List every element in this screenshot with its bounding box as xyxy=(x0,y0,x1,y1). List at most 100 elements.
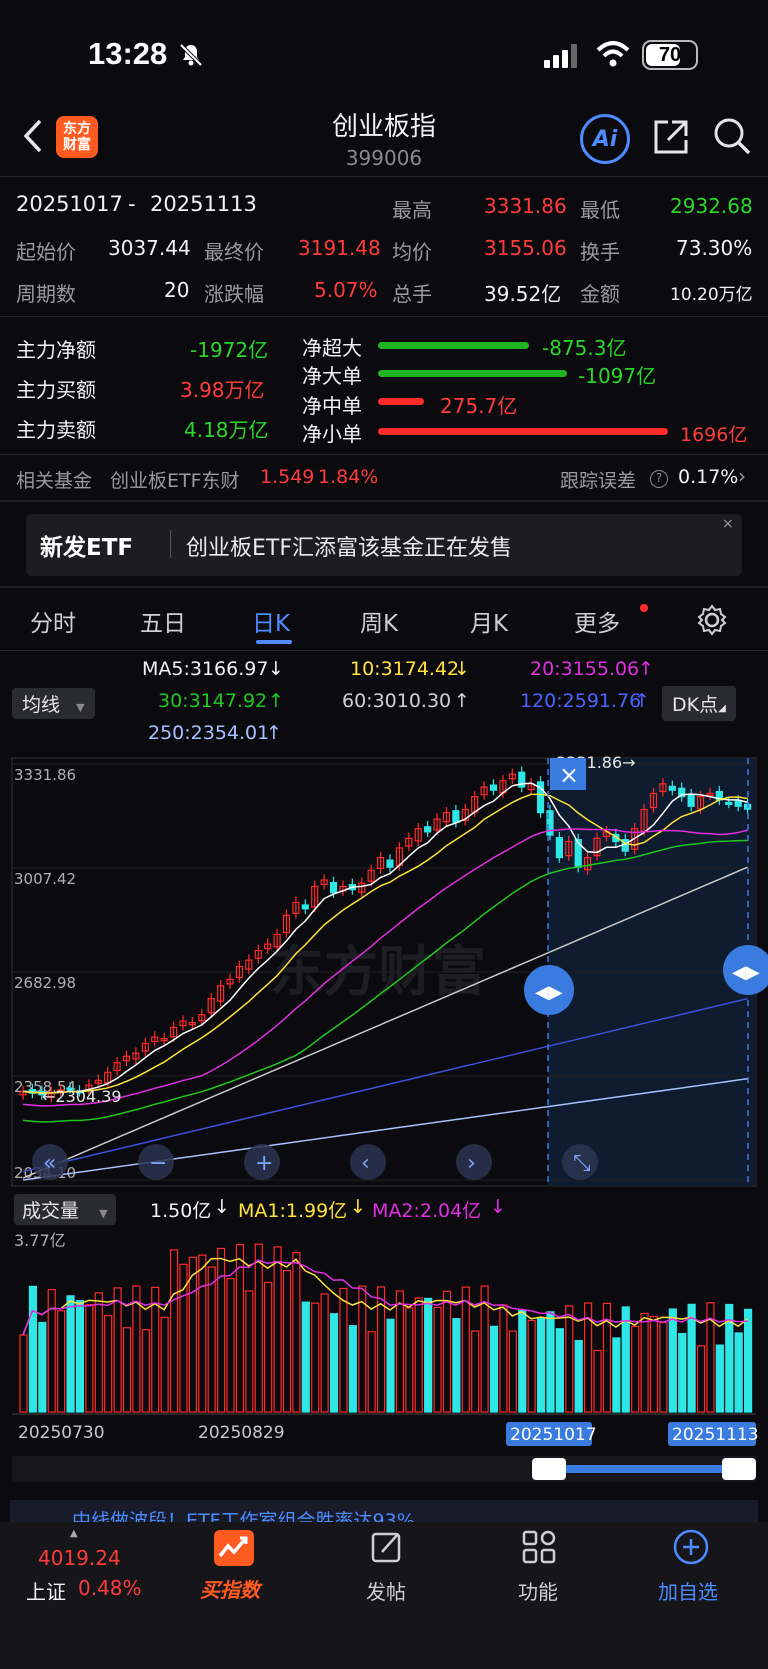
divider xyxy=(0,586,768,588)
divider xyxy=(0,650,768,651)
ma10-legend: 10:3174.42 xyxy=(350,658,460,680)
ai-button[interactable]: Ai xyxy=(580,114,630,164)
battery-icon: 70 xyxy=(642,40,698,70)
divider xyxy=(0,316,768,317)
functions-grid-icon[interactable] xyxy=(522,1530,556,1564)
tab-monthly-k[interactable]: 月K xyxy=(470,604,508,638)
tab-intraday[interactable]: 分时 xyxy=(30,604,76,638)
candle-body xyxy=(386,859,394,868)
post-label[interactable]: 发帖 xyxy=(366,1576,406,1605)
volume-bar xyxy=(518,1309,527,1413)
volume-ma1: MA1:1.99亿 xyxy=(238,1200,348,1222)
volume-label: 总手 xyxy=(392,282,432,306)
ma-selector[interactable]: 均线 ▼ xyxy=(12,688,95,719)
low-label: 最低 xyxy=(580,198,620,222)
edit-post-icon[interactable] xyxy=(370,1530,404,1564)
flow-label-xl: 净超大 xyxy=(302,336,362,360)
index-change[interactable]: 0.48% xyxy=(78,1576,142,1600)
candle-body xyxy=(424,826,432,833)
flow-value-medium: 275.7亿 xyxy=(440,394,518,418)
ma120-arrow: ↑ xyxy=(634,690,650,712)
add-watchlist-label[interactable]: 加自选 xyxy=(658,1576,718,1605)
volume-value: 39.52亿 xyxy=(484,282,562,306)
amount-label: 金额 xyxy=(580,282,620,306)
search-icon[interactable] xyxy=(712,116,752,156)
flow-value-small: 1696亿 xyxy=(680,424,748,446)
high-value: 3331.86 xyxy=(484,194,567,218)
volume-bar xyxy=(678,1333,687,1413)
dk-point-button[interactable]: DK点◢ xyxy=(662,686,736,721)
chart-nav-icon: + xyxy=(255,1151,273,1176)
flow-label-small: 净小单 xyxy=(302,422,362,446)
flow-bar-small xyxy=(378,428,668,435)
open-value: 3037.44 xyxy=(108,236,191,260)
volume-bar xyxy=(536,1317,546,1413)
functions-label[interactable]: 功能 xyxy=(518,1576,558,1605)
volume-bar xyxy=(743,1308,753,1413)
volume-bar xyxy=(28,1285,38,1413)
candle-body xyxy=(489,784,498,791)
main-net-label: 主力净额 xyxy=(16,338,96,362)
candlestick-chart[interactable]: 3331.863007.422682.982358.542034.10东方财富3… xyxy=(0,750,768,1190)
help-icon[interactable]: ? xyxy=(650,470,668,488)
buy-index-label[interactable]: 买指数 xyxy=(200,1574,260,1603)
range-slider-right-handle xyxy=(722,1458,756,1480)
main-buy-value: 3.98万亿 xyxy=(180,378,265,402)
cell-signal-icon xyxy=(544,44,577,68)
ma5-legend: MA5:3166.97 xyxy=(142,658,269,680)
volume-bar xyxy=(38,1321,47,1413)
main-sell-label: 主力卖额 xyxy=(16,418,96,442)
share-icon[interactable] xyxy=(652,118,690,156)
clock: 13:28 xyxy=(88,36,168,71)
candle-body xyxy=(452,810,460,823)
related-fund-price: 1.549 xyxy=(260,466,315,488)
flow-bar-xl xyxy=(378,342,529,349)
volume-bar xyxy=(574,1339,583,1413)
date-range-end: 20251113 xyxy=(150,192,257,216)
chart-nav-icon: − xyxy=(149,1151,167,1176)
volume-bar xyxy=(301,1301,310,1413)
ma30-legend: 30:3147.92 xyxy=(158,690,268,712)
volume-chart[interactable]: 3.77亿 20250730 20250829 20251017 20251113 xyxy=(0,1222,768,1484)
index-value[interactable]: 4019.24 xyxy=(38,1546,121,1570)
periods-value: 20 xyxy=(164,278,190,302)
dropdown-icon: ▼ xyxy=(76,701,85,714)
related-fund-name[interactable]: 创业板ETF东财 xyxy=(110,466,240,493)
buy-index-icon[interactable] xyxy=(214,1530,254,1566)
volume-ma2-arrow: ↓ xyxy=(490,1196,506,1218)
tab-more[interactable]: 更多 xyxy=(574,604,620,638)
tab-weekly-k[interactable]: 周K xyxy=(360,604,398,638)
tab-five-day[interactable]: 五日 xyxy=(140,604,186,638)
settings-gear-icon[interactable] xyxy=(696,604,728,636)
promo-banner[interactable]: 新发ETF 创业板ETF汇添富该基金正在发售 × xyxy=(26,514,742,576)
close-icon[interactable]: × xyxy=(722,516,734,532)
tab-daily-k[interactable]: 日K xyxy=(252,604,290,638)
y-tick-label: 3331.86 xyxy=(14,766,76,784)
volume-bar xyxy=(734,1332,743,1413)
volume-bar xyxy=(668,1308,677,1413)
ma120-legend: 120:2591.76 xyxy=(520,690,642,712)
add-watchlist-icon[interactable] xyxy=(672,1528,710,1566)
candle-body xyxy=(555,837,563,859)
caret-up-icon: ▲ xyxy=(70,1528,78,1539)
candle-body xyxy=(725,801,733,806)
volume-ma2: MA2:2.04亿 xyxy=(372,1200,482,1222)
bottom-promo[interactable]: 中线做波段！ETF工作室组合胜率达93% xyxy=(10,1500,758,1522)
ma60-legend: 60:3010.30 xyxy=(342,690,452,712)
turnover-value: 73.30% xyxy=(676,236,753,260)
ma5-arrow: ↓ xyxy=(268,658,284,680)
change-label: 涨跌幅 xyxy=(204,282,264,306)
dropdown-icon: ▼ xyxy=(99,1207,108,1220)
y-tick-label: 2682.98 xyxy=(14,974,76,992)
bottom-promo-text: 中线做波段！ETF工作室组合胜率达93% xyxy=(72,1510,415,1522)
volume-selector-label: 成交量 xyxy=(22,1200,80,1222)
banner-text: 创业板ETF汇添富该基金正在发售 xyxy=(186,536,512,561)
main-net-value: -1972亿 xyxy=(190,338,269,362)
flow-value-large: -1097亿 xyxy=(578,364,657,388)
volume-bar xyxy=(452,1318,461,1413)
index-name[interactable]: 上证 xyxy=(26,1576,66,1605)
change-value: 5.07% xyxy=(314,278,378,302)
volume-selector[interactable]: 成交量 ▼ xyxy=(14,1194,116,1225)
x-tick-label: 20250730 xyxy=(18,1423,105,1443)
chevron-right-icon[interactable]: › xyxy=(738,464,746,488)
